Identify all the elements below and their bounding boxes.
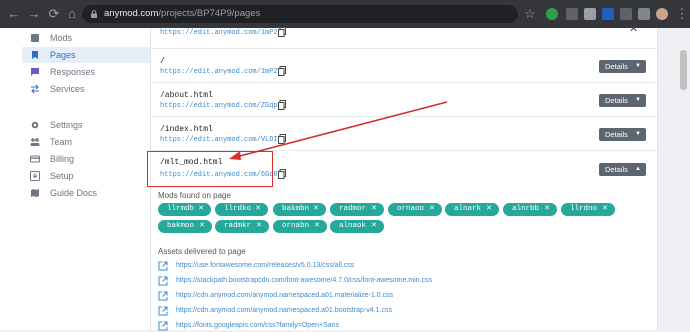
annotation-arrow [229, 101, 448, 160]
